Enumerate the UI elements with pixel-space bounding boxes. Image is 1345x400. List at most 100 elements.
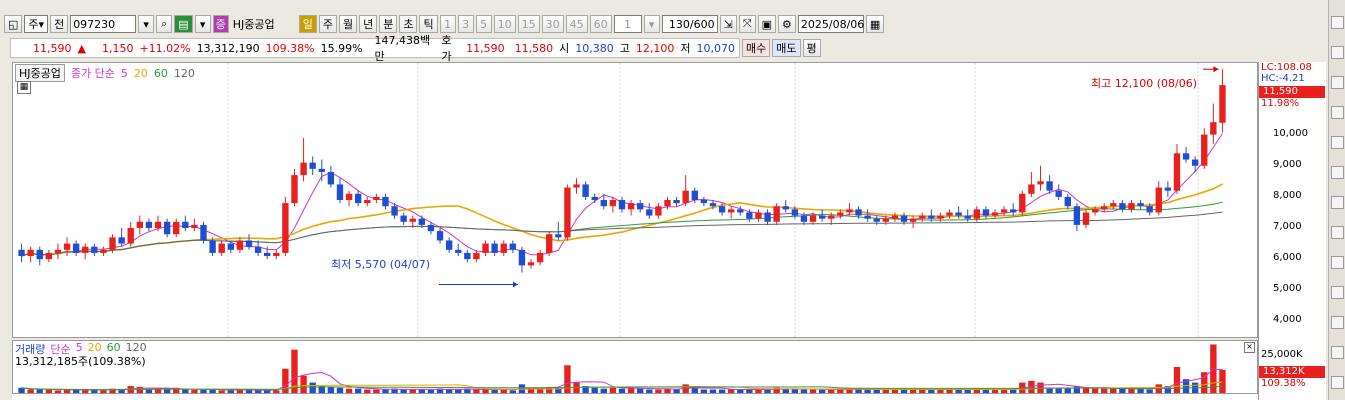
period-month-tab[interactable]: 월 [338,15,358,33]
candle-body [427,224,435,232]
minute-10-button[interactable]: 10 [493,15,516,33]
calendar-icon[interactable]: ▦ [865,15,885,33]
count-input[interactable]: 130/600 [661,15,718,33]
tick-dropdown-icon[interactable]: ▾ [643,15,660,33]
period-day-tab[interactable]: 일 [298,15,317,33]
candle-body [509,243,517,250]
ask-price: 11,590 [466,41,505,55]
candle-body [1137,203,1144,207]
period-second-tab[interactable]: 초 [399,15,418,33]
prev-button[interactable]: 전 [50,15,69,33]
zoom-out-icon[interactable]: ⤧ [738,15,756,33]
tool-compare-icon[interactable] [1331,46,1344,59]
volume-bar [200,389,207,393]
candle-body [154,221,162,229]
minute-5-button[interactable]: 5 [475,15,492,33]
code-dropdown-icon[interactable]: ▾ [138,15,155,33]
volume-bar [364,389,371,393]
quote-bar: 11,590 ▲ 1,150 +11.02% 13,312,190 109.38… [10,34,740,63]
candle-body [218,243,225,253]
period-main-label: 주 [28,18,39,31]
minute-3-button[interactable]: 3 [457,15,474,33]
volume-bar [691,387,698,393]
grid-icon[interactable]: ▤ [174,15,193,33]
tool-line-icon[interactable] [1331,196,1344,209]
candle-body [919,215,926,219]
period-minute-tab[interactable]: 분 [379,15,398,33]
candle-body [254,246,262,253]
tool-candle-icon[interactable] [1331,316,1344,329]
tool-text-icon[interactable] [1331,376,1344,389]
minute-1-button[interactable]: 1 [439,15,456,33]
candle-body [464,252,471,260]
tool-refresh-icon[interactable] [1331,16,1344,29]
period-tick-tab[interactable]: 틱 [419,15,438,33]
tick-value-input[interactable]: 1 [613,15,642,33]
search-icon[interactable]: ⌕ [156,15,173,33]
period-week-tab[interactable]: 주 [318,15,337,33]
volume-bar [637,388,644,393]
candle-body [709,203,717,207]
price-chart-canvas [18,63,1226,337]
candle-body [937,215,944,219]
candle-body [646,209,653,216]
candle-body [782,206,789,210]
price-chart[interactable]: HJ중공업 종가 단순 5 20 60 120 ▦ 최고 12,100 (08/… [12,62,1258,338]
zoom-in-icon[interactable]: ⇲ [719,15,737,33]
right-toolbar [1328,0,1345,400]
volume-bar [36,389,43,393]
tool-play-icon[interactable] [1331,166,1344,179]
period-year-tab[interactable]: 년 [359,15,378,33]
tool-wave-icon[interactable] [1331,286,1344,299]
candle-body [791,209,799,216]
tool-auto-icon[interactable] [1331,256,1344,269]
legend-stock-name[interactable]: HJ중공업 [15,64,65,82]
volume-bar [254,390,262,393]
volume-bar [800,389,808,393]
minute-60-button[interactable]: 60 [589,15,612,33]
tool-settings-icon[interactable] [1331,76,1344,89]
volume-bar [1173,367,1181,393]
candle-body [764,212,771,222]
tool-list-icon[interactable] [1331,106,1344,119]
tool-back-icon[interactable] [1331,346,1344,359]
tool-trend-icon[interactable] [1331,226,1344,239]
low-annotation: 최저 5,570 (04/07) [331,258,431,271]
volume-chart-canvas [18,344,1226,393]
table-icon[interactable]: ▦ [17,81,31,94]
close-icon[interactable]: × [1244,342,1255,353]
tool-chart-icon[interactable] [1331,136,1344,149]
candle-body [946,212,953,216]
candle-body [627,203,635,210]
tick-value: 1 [624,17,632,31]
volume-bar [618,388,626,393]
candle-body [336,184,344,200]
candle-body [109,237,116,250]
buy-button[interactable]: 매수 [742,39,771,57]
candle-body [1210,122,1217,135]
minute-30-button[interactable]: 30 [541,15,564,33]
candle-body [491,243,498,253]
volume-chart[interactable]: 거래량 단순 5 20 60 120 13,312,185주(109.38%) … [12,340,1258,394]
save-icon[interactable]: ▣ [757,15,777,33]
candle-body [891,215,899,219]
minute-15-button[interactable]: 15 [517,15,540,33]
dropdown-icon[interactable]: ▾ [194,15,211,33]
date-input[interactable]: 2025/08/06 [797,15,864,33]
candle-body [1164,187,1172,191]
sell-button[interactable]: 매도 [772,39,801,57]
volume-bar [45,389,53,393]
candle-body [1055,190,1062,197]
minute-45-button[interactable]: 45 [565,15,588,33]
candle-body [145,221,153,229]
candle-body [354,193,362,204]
gear-icon[interactable]: ⚙ [778,15,796,33]
volume-bar [182,389,189,393]
candle-body [136,221,144,229]
chart-type-icon[interactable]: ◱ [4,15,23,33]
candle-body [582,184,589,197]
stock-code-input[interactable]: 097230 [70,15,137,33]
period-main-button[interactable]: 주 ▾ [24,15,49,33]
candle-body [1146,206,1153,213]
avg-button[interactable]: 평 [802,39,821,57]
